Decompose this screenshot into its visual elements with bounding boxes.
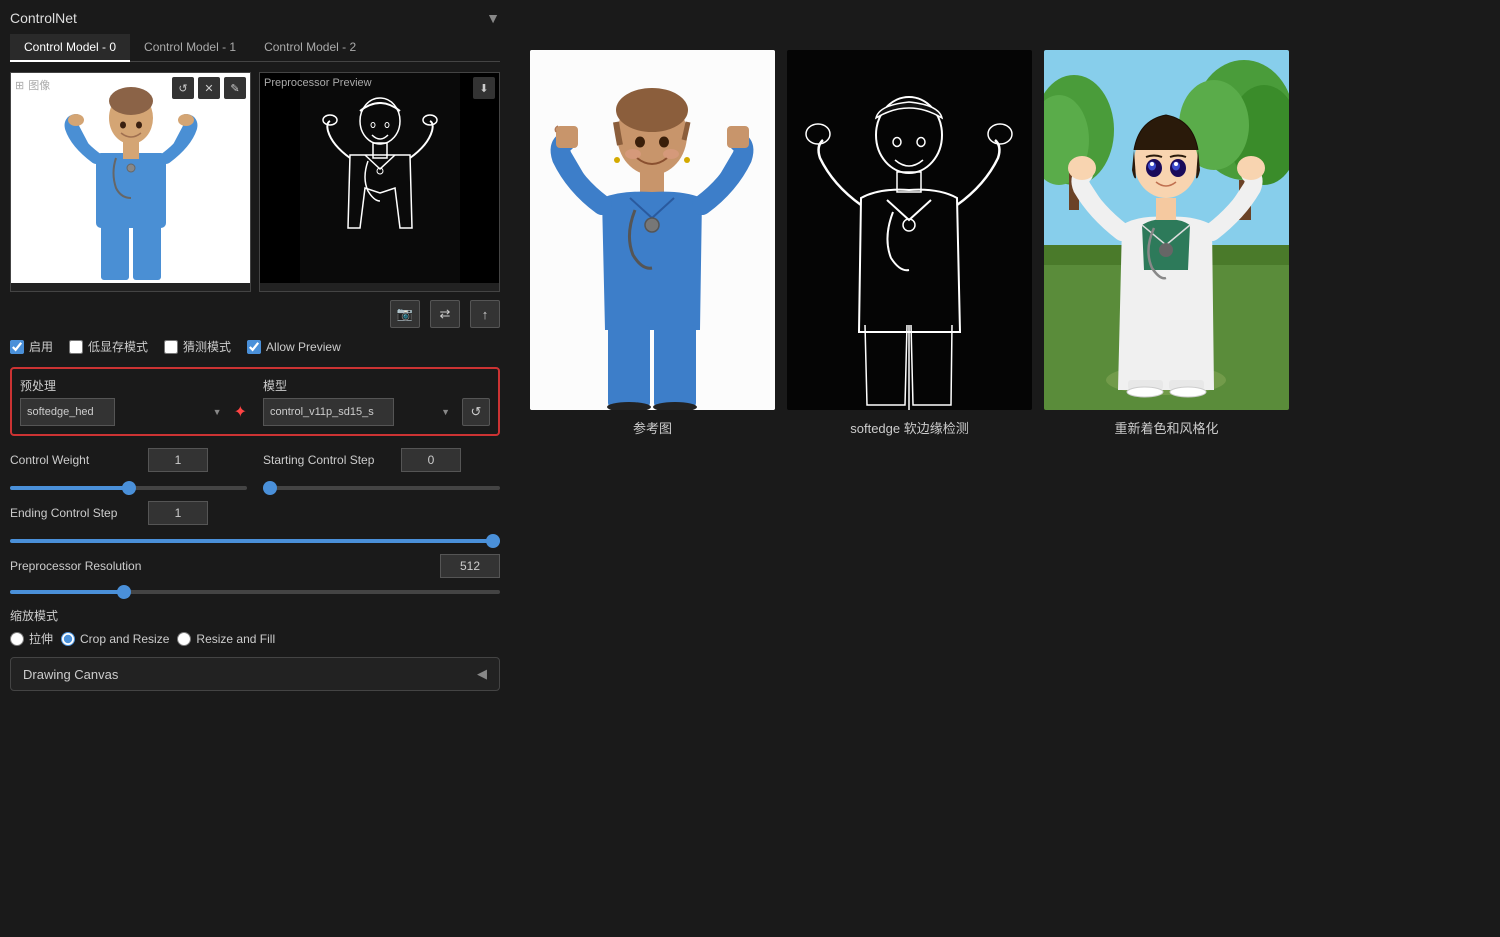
resize-fill-radio-item[interactable]: Resize and Fill: [177, 630, 275, 647]
anime-image-svg: [1044, 50, 1289, 410]
control-weight-label: Control Weight: [10, 453, 140, 467]
ending-step-slider[interactable]: [10, 539, 500, 543]
control-weight-slider[interactable]: [10, 486, 247, 490]
model-select[interactable]: control_v11p_sd15_s control_v11p_sd15_he…: [263, 398, 394, 426]
tab-control-model-2[interactable]: Control Model - 2: [250, 34, 370, 62]
nurse-svg: [51, 73, 211, 283]
input-image-box: ⊞ 图像 ↺ ✕ ✎: [10, 72, 251, 292]
panel-title: ControlNet: [10, 10, 77, 26]
preview-image-box: Preprocessor Preview ⬇: [259, 72, 500, 292]
crop-resize-radio-item[interactable]: Crop and Resize: [61, 630, 169, 647]
softedge-image-box: [787, 50, 1032, 410]
resolution-slider[interactable]: [10, 590, 500, 594]
preview-image-label: Preprocessor Preview: [264, 77, 372, 89]
starting-step-value[interactable]: [401, 448, 461, 472]
ending-step-label: Ending Control Step: [10, 506, 140, 520]
sketch-svg: [300, 73, 460, 283]
ending-step-row: Ending Control Step: [10, 501, 500, 525]
edit-image-button[interactable]: ✎: [224, 77, 246, 99]
resolution-value[interactable]: [440, 554, 500, 578]
starting-step-slider[interactable]: [263, 486, 500, 490]
model-refresh-button[interactable]: ↺: [462, 398, 490, 426]
starting-step-label: Starting Control Step: [263, 453, 393, 467]
starting-step-col: Starting Control Step: [263, 448, 500, 493]
refresh-image-button[interactable]: ↺: [172, 77, 194, 99]
swap-button[interactable]: ⇄: [430, 300, 460, 328]
guess-mode-checkbox[interactable]: [164, 340, 178, 354]
control-weight-value[interactable]: [148, 448, 208, 472]
resolution-label: Preprocessor Resolution: [10, 559, 141, 573]
input-image-content[interactable]: [11, 73, 250, 283]
download-preview-button[interactable]: ⬇: [473, 77, 495, 99]
close-image-button[interactable]: ✕: [198, 77, 220, 99]
model-col: 模型 control_v11p_sd15_s control_v11p_sd15…: [263, 377, 490, 426]
resolution-row: Preprocessor Resolution: [10, 554, 500, 578]
preview-image-content: [260, 73, 499, 283]
resize-fill-radio[interactable]: [177, 632, 191, 646]
preprocessor-label: 预处理: [20, 377, 247, 394]
image-row: ⊞ 图像 ↺ ✕ ✎: [10, 72, 500, 292]
preprocessor-select-row: softedge_hed softedge_pidinet hed none ✦: [20, 398, 247, 426]
right-panel: 参考图: [510, 0, 1500, 937]
anime-label: 重新着色和风格化: [1114, 418, 1218, 437]
reference-image-svg: [530, 50, 775, 410]
result-item-softedge: softedge 软边缘检测: [787, 50, 1032, 437]
low-memory-checkbox[interactable]: [69, 340, 83, 354]
tab-control-model-0[interactable]: Control Model - 0: [10, 34, 130, 62]
ending-step-value[interactable]: [148, 501, 208, 525]
collapse-button[interactable]: ▼: [486, 10, 500, 26]
result-item-reference: 参考图: [530, 50, 775, 437]
tab-bar: Control Model - 0 Control Model - 1 Cont…: [10, 34, 500, 62]
model-section: 预处理 softedge_hed softedge_pidinet hed no…: [10, 367, 500, 436]
model-row: 预处理 softedge_hed softedge_pidinet hed no…: [20, 377, 490, 426]
softedge-label: softedge 软边缘检测: [850, 418, 969, 437]
scale-mode-label: 缩放模式: [10, 607, 500, 624]
crop-resize-radio[interactable]: [61, 632, 75, 646]
allow-preview-checkbox[interactable]: [247, 340, 261, 354]
reference-image-box: [530, 50, 775, 410]
preprocessor-select[interactable]: softedge_hed softedge_pidinet hed none: [20, 398, 115, 426]
ending-step-section: Ending Control Step: [10, 501, 500, 546]
enable-checkbox-item[interactable]: 启用: [10, 338, 53, 355]
preview-image-controls: ⬇: [473, 77, 495, 99]
accordion-header[interactable]: Drawing Canvas ◀: [11, 658, 499, 690]
low-memory-checkbox-item[interactable]: 低显存模式: [69, 338, 148, 355]
starting-step-row: Starting Control Step: [263, 448, 500, 472]
control-weight-col: Control Weight: [10, 448, 247, 493]
model-select-wrapper: control_v11p_sd15_s control_v11p_sd15_he…: [263, 398, 456, 426]
stretch-radio-item[interactable]: 拉伸: [10, 630, 53, 647]
action-row: 📷 ⇄ ↑: [10, 300, 500, 328]
upload-button[interactable]: ↑: [470, 300, 500, 328]
panel-header: ControlNet ▼: [10, 10, 500, 26]
stretch-radio[interactable]: [10, 632, 24, 646]
result-grid: 参考图: [530, 50, 1289, 437]
tab-control-model-1[interactable]: Control Model - 1: [130, 34, 250, 62]
sliders-section: Control Weight Starting Control Step End…: [10, 448, 500, 597]
star-icon: ✦: [234, 402, 247, 422]
scale-mode-radio-group: 拉伸 Crop and Resize Resize and Fill: [10, 630, 500, 647]
guess-mode-checkbox-item[interactable]: 猜测模式: [164, 338, 231, 355]
input-image-label: ⊞ 图像: [15, 77, 50, 93]
model-label: 模型: [263, 377, 490, 394]
model-select-row: control_v11p_sd15_s control_v11p_sd15_he…: [263, 398, 490, 426]
drawing-canvas-accordion: Drawing Canvas ◀: [10, 657, 500, 691]
resolution-section: Preprocessor Resolution: [10, 554, 500, 597]
options-row: 启用 低显存模式 猜测模式 Allow Preview: [10, 338, 500, 355]
result-item-anime: 重新着色和风格化: [1044, 50, 1289, 437]
left-panel: ControlNet ▼ Control Model - 0 Control M…: [0, 0, 510, 937]
camera-button[interactable]: 📷: [390, 300, 420, 328]
enable-checkbox[interactable]: [10, 340, 24, 354]
scale-section: 缩放模式 拉伸 Crop and Resize Resize and Fill: [10, 607, 500, 647]
reference-label: 参考图: [633, 418, 672, 437]
preprocessor-select-wrapper: softedge_hed softedge_pidinet hed none: [20, 398, 228, 426]
input-image-controls: ↺ ✕ ✎: [172, 77, 246, 99]
control-weight-row: Control Weight: [10, 448, 247, 472]
anime-image-box: [1044, 50, 1289, 410]
allow-preview-checkbox-item[interactable]: Allow Preview: [247, 340, 341, 354]
accordion-title: Drawing Canvas: [23, 667, 118, 682]
accordion-arrow-icon: ◀: [477, 666, 487, 682]
softedge-image-svg: [787, 50, 1032, 410]
preprocessor-col: 预处理 softedge_hed softedge_pidinet hed no…: [20, 377, 247, 426]
dual-slider-row: Control Weight Starting Control Step: [10, 448, 500, 493]
